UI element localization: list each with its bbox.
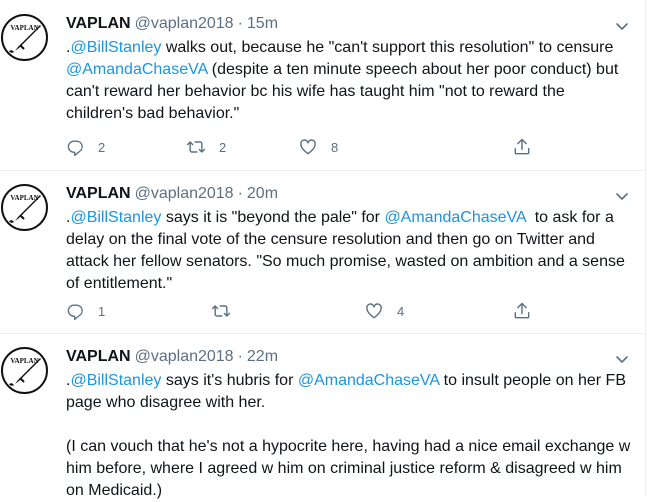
timestamp[interactable]: 22m [247,348,278,365]
reply-count: 1 [98,303,106,319]
reply-icon [67,303,83,320]
user-handle[interactable]: @vaplan2018 [135,15,234,32]
tweet-text: .@BillStanley says it's hubris for @Aman… [66,370,636,502]
mention-link[interactable]: @BillStanley [70,39,161,56]
display-name[interactable]: VAPLAN [66,15,131,32]
retweet-icon [186,141,206,153]
share-button[interactable] [512,301,532,321]
chevron-down-icon[interactable] [612,16,632,36]
like-button[interactable]: 8 [298,137,338,157]
tweet[interactable]: VAPLAN VAPLAN @vaplan2018 · 15m .@BillStanl… [0,0,645,171]
mention-link[interactable]: @AmandaChaseVA [298,372,439,389]
display-name[interactable]: VAPLAN [66,185,131,202]
tweet-header: VAPLAN @vaplan2018 · 15m [66,13,278,35]
tweet-paragraph: .@BillStanley says it's hubris for @Aman… [66,370,636,414]
chevron-down-icon[interactable] [612,186,632,206]
reply-icon [67,139,83,156]
separator-dot: · [237,348,243,365]
text-segment: (I can vouch that he's not a hypocrite h… [66,438,631,499]
share-icon [514,138,530,155]
tweet-actions: 1 4 [66,301,546,321]
tweet-text: .@BillStanley says it is "beyond the pal… [66,207,636,295]
text-segment: says it's hubris for [161,372,298,389]
retweet-icon [211,305,231,317]
separator-dot: · [237,185,243,202]
like-count: 8 [331,139,339,155]
like-icon [300,139,316,155]
like-icon [366,303,382,319]
retweet-button[interactable] [211,301,244,321]
tweet[interactable]: VAPLAN VAPLAN @vaplan2018 · 22m .@BillStanl… [0,333,645,499]
tweet-actions: 2 2 8 [66,137,546,157]
user-handle[interactable]: @vaplan2018 [135,185,234,202]
text-segment: says it is "beyond the pale" for [161,209,385,226]
reply-count: 2 [98,139,106,155]
like-button[interactable]: 4 [364,301,404,321]
user-handle[interactable]: @vaplan2018 [135,348,234,365]
timestamp[interactable]: 15m [247,15,278,32]
tweet-header: VAPLAN @vaplan2018 · 20m [66,183,278,205]
avatar[interactable]: VAPLAN [0,346,49,395]
chevron-down-icon[interactable] [612,349,632,369]
tweet-header: VAPLAN @vaplan2018 · 22m [66,346,278,368]
avatar[interactable]: VAPLAN [0,13,49,62]
reply-button[interactable]: 1 [66,301,105,321]
avatar-logo-icon: VAPLAN [1,14,48,61]
separator-dot: · [237,15,243,32]
retweet-button[interactable]: 2 [186,137,226,157]
reply-button[interactable]: 2 [66,137,105,157]
avatar[interactable]: VAPLAN [0,183,49,232]
share-icon [514,302,530,319]
avatar-logo-icon: VAPLAN [1,184,48,231]
avatar-logo-icon: VAPLAN [1,347,48,394]
share-button[interactable] [512,137,532,157]
tweet-paragraph: (I can vouch that he's not a hypocrite h… [66,436,636,502]
tweet[interactable]: VAPLAN VAPLAN @vaplan2018 · 20m .@BillStanl… [0,170,645,334]
timestamp[interactable]: 20m [247,185,278,202]
mention-link[interactable]: @BillStanley [70,372,161,389]
mention-link[interactable]: @BillStanley [70,209,161,226]
display-name[interactable]: VAPLAN [66,348,131,365]
timeline-border [645,0,646,497]
timeline: VAPLAN VAPLAN @vaplan2018 · 15m .@BillStanl… [0,0,645,499]
mention-link[interactable]: @AmandaChaseVA [66,61,207,78]
tweet-text: .@BillStanley walks out, because he "can… [66,37,636,125]
like-count: 4 [397,303,405,319]
tweet-paragraph: .@BillStanley says it is "beyond the pal… [66,207,636,295]
mention-link[interactable]: @AmandaChaseVA [384,209,525,226]
tweet-paragraph: .@BillStanley walks out, because he "can… [66,37,636,125]
retweet-count: 2 [219,139,227,155]
text-segment: walks out, because he "can't support thi… [161,39,614,56]
